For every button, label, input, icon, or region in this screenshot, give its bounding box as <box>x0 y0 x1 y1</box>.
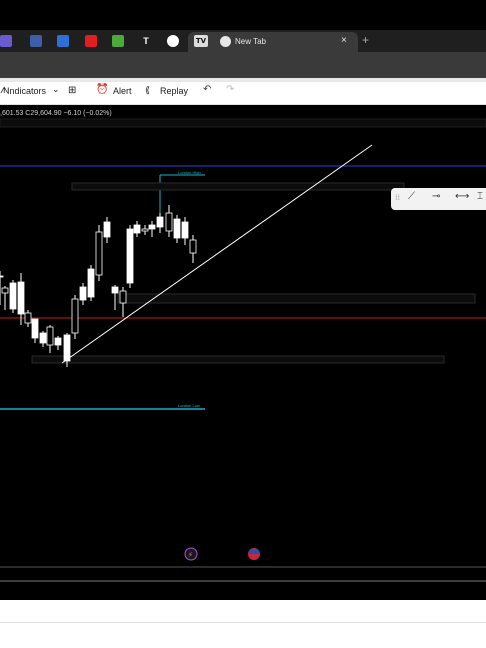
address-bar[interactable] <box>0 52 486 78</box>
tab-icon-2[interactable] <box>30 35 42 47</box>
layouts-grid-icon[interactable]: ⊞ <box>68 85 76 96</box>
candle <box>54 337 62 346</box>
replay-button[interactable]: Replay <box>160 86 188 96</box>
replay-icon[interactable]: ⟪ <box>145 85 150 96</box>
tradingview-icon: TV <box>194 35 208 47</box>
chart-canvas: London High London Low ⚡ <box>0 118 486 582</box>
bottom-divider <box>0 622 486 623</box>
chevron-down-icon[interactable]: ⌄ <box>52 84 60 95</box>
candle <box>103 221 111 238</box>
extended-line-tool-icon[interactable]: ⟷ <box>455 191 469 202</box>
lightning-glyph: ⚡ <box>188 551 193 559</box>
candle <box>181 221 189 239</box>
candle <box>46 326 54 346</box>
candle <box>87 268 95 298</box>
candle <box>141 228 149 232</box>
undo-icon[interactable]: ↶ <box>203 84 211 95</box>
tab-icon-1[interactable] <box>0 35 12 47</box>
youtube-icon[interactable] <box>85 35 97 47</box>
candle <box>24 312 32 324</box>
active-tab[interactable]: TV New Tab × <box>188 32 358 52</box>
new-tab-globe-icon <box>220 36 231 47</box>
candle <box>111 286 119 294</box>
drawing-toolbar: ⁞⁞ ⟋ ⊸ ⟷ ⌶ <box>391 188 486 210</box>
candle <box>71 298 79 334</box>
drag-handle-icon[interactable]: ⁞⁞ <box>395 193 400 202</box>
top-black-band <box>0 0 486 30</box>
candle <box>1 287 9 294</box>
alert-clock-icon[interactable]: ⏰ <box>96 84 108 95</box>
candle <box>31 318 39 339</box>
zone-box-2[interactable] <box>117 293 476 304</box>
candle <box>9 282 17 310</box>
candle <box>17 281 25 315</box>
candle <box>156 216 164 228</box>
zone-box-3[interactable] <box>31 355 445 364</box>
trend-line[interactable] <box>61 144 373 364</box>
new-tab-plus-icon[interactable]: + <box>362 33 369 47</box>
candle <box>133 224 141 234</box>
tab-icon-3[interactable] <box>57 35 69 47</box>
us-flag-stripe <box>249 550 259 554</box>
candle <box>126 228 134 284</box>
candle <box>148 224 156 230</box>
tab-close-icon[interactable]: × <box>341 35 347 46</box>
quote-bar <box>0 118 486 128</box>
trendline-tool-icon[interactable]: ⟋ <box>408 191 415 202</box>
indicators-button[interactable]: Indicators <box>7 86 46 96</box>
candle <box>39 332 47 344</box>
bottom-panel <box>0 600 486 648</box>
browser-tab-bar: T TV New Tab × + <box>0 30 486 52</box>
candle <box>63 334 71 362</box>
candle <box>165 212 173 232</box>
zone-box-1[interactable] <box>71 182 405 191</box>
chrome-icon[interactable] <box>167 35 179 47</box>
ray-tool-icon[interactable]: ⊸ <box>432 191 440 202</box>
candle <box>79 286 87 301</box>
shopify-icon[interactable] <box>112 35 124 47</box>
chart-toolbar: ᗑ Indicators ⌄ ⊞ ⏰ Alert ⟪ Replay ↶ ↷ <box>0 82 486 105</box>
more-tools-icon[interactable]: ⌶ <box>477 191 483 202</box>
candle <box>95 231 103 276</box>
chart-area[interactable]: ,601.53 C29,604.90 −6.10 (−0.02%) London… <box>0 105 486 600</box>
active-tab-title: New Tab <box>235 37 266 46</box>
london-low-label: London Low <box>178 403 200 408</box>
candle <box>189 239 197 254</box>
candle <box>119 290 127 304</box>
london-high-label: London High <box>178 170 201 175</box>
redo-icon[interactable]: ↷ <box>226 84 234 95</box>
candle <box>0 275 4 278</box>
alert-button[interactable]: Alert <box>113 86 132 96</box>
candles <box>0 205 197 367</box>
t-icon[interactable]: T <box>140 35 152 47</box>
candle <box>173 218 181 239</box>
